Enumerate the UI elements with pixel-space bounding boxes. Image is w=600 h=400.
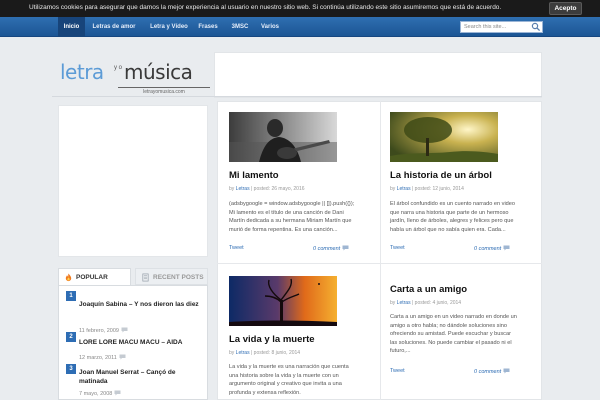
post-thumbnail[interactable] [229,276,337,326]
post-card: Mi lamento by Letras | posted: 26 mayo, … [217,101,359,263]
post-meta: by Letras | posted: 26 mayo, 2016 [229,186,305,192]
rank-badge: 1 [66,291,76,301]
post-meta: by Letras | posted: 8 junio, 2014 [229,350,300,356]
post-title[interactable]: La historia de un árbol [390,170,492,181]
post-meta: by Letras | posted: 12 junio, 2014 [390,186,464,192]
tab-recent-label: RECENT POSTS [153,274,204,281]
tweet-link[interactable]: Tweet [390,245,405,251]
meta-by: by [229,186,235,192]
post-excerpt: El árbol confundido es un cuento narrado… [390,201,516,233]
tab-recent-posts[interactable]: RECENT POSTS [135,268,208,285]
logo-text-yo: y o [114,65,123,71]
post-excerpt: La vida y la muerte es una narración que… [229,364,349,396]
post-title[interactable]: Carta a un amigo [390,284,467,295]
comments-count: 0 comment [474,246,502,252]
flame-icon [65,273,72,282]
logo-url: letrayomusica.com [118,87,210,95]
site-header: letra y o música letrayomusica.com [52,52,542,98]
nav-item-frases[interactable]: Frases [194,17,222,37]
nav-item-letra-y-video[interactable]: Letra y Vídeo [144,17,194,37]
cookie-accept-button[interactable]: Acepto [549,2,582,15]
post-meta: by Letras | posted: 4 junio, 2014 [390,300,461,306]
post-excerpt: Carta a un amigo en un video narrado en … [390,314,517,355]
tab-popular-posts[interactable]: POPULAR POSTS [58,268,131,298]
meta-by: by [390,300,396,306]
site-logo[interactable]: letra y o música letrayomusica.com [60,60,210,96]
rank-badge: 2 [66,332,76,342]
top-navigation: Inicio Letras de amor Letra y Vídeo Fras… [0,17,600,37]
header-banner-area [214,52,542,98]
comments-count: 0 comment [474,369,502,375]
nav-item-varios[interactable]: Varios [256,17,284,37]
popular-post-title[interactable]: Joan Manuel Serrat – Cançó de matinada [79,368,203,386]
cookie-text: Utilizamos cookies para asegurar que dam… [29,4,502,11]
popular-post-title[interactable]: Joaquín Sabina – Y nos dieron las diez [79,300,203,309]
post-author-link[interactable]: Letras [397,186,411,192]
comment-icon [119,354,126,360]
post-date: | posted: 26 mayo, 2016 [250,186,305,192]
comments-count: 0 comment [313,246,341,252]
post-excerpt: (adsbygoogle = window.adsbygoogle || [])… [229,201,355,233]
comment-icon [342,245,349,251]
logo-text-musica: música [124,60,193,84]
nav-item-letras-de-amor[interactable]: Letras de amor [86,17,142,37]
post-title[interactable]: Mi lamento [229,170,279,181]
cookie-bar: Utilizamos cookies para asegurar que dam… [0,0,600,17]
rank-badge: 3 [66,364,76,374]
search-icon[interactable] [531,22,541,32]
post-title[interactable]: La vida y la muerte [229,334,315,345]
sidebar-ad-area [58,105,208,257]
meta-by: by [390,186,396,192]
post-card: Carta a un amigo by Letras | posted: 4 j… [378,264,520,400]
comments-link[interactable]: 0 comment [474,245,510,252]
header-divider [52,96,542,97]
post-date: | posted: 8 junio, 2014 [250,350,301,356]
post-card: La historia de un árbol by Letras | post… [378,101,520,263]
comments-link[interactable]: 0 comment [474,368,510,375]
nav-item-inicio[interactable]: Inicio [58,17,85,37]
post-author-link[interactable]: Letras [236,186,250,192]
comment-icon [503,245,510,251]
popular-post-date: 7 mayo, 2008 [79,390,121,397]
popular-posts-list: 1 Joaquín Sabina – Y nos dieron las diez… [58,285,208,400]
nav-item-3msc[interactable]: 3MSC [226,17,254,37]
popular-post-date: 12 marzo, 2011 [79,354,126,361]
logo-text-letra: letra [60,60,104,84]
date-text: 12 marzo, 2011 [79,355,117,361]
comment-icon [114,390,121,396]
post-date: | posted: 4 junio, 2014 [411,300,462,306]
post-thumbnail[interactable] [229,112,337,162]
tweet-link[interactable]: Tweet [390,368,405,374]
comment-icon [503,368,510,374]
date-text: 7 mayo, 2008 [79,391,113,397]
tweet-link[interactable]: Tweet [229,245,244,251]
meta-by: by [229,350,235,356]
comment-icon [121,327,128,333]
popular-post-date: 11 febrero, 2009 [79,327,128,334]
popular-post-title[interactable]: LORE LORE MACU MACU – AIDA [79,338,203,347]
post-author-link[interactable]: Letras [397,300,411,306]
comments-link[interactable]: 0 comment [313,245,349,252]
document-icon [142,273,149,282]
post-card: La vida y la muerte by Letras | posted: … [217,264,359,400]
sidebar-tabs: POPULAR POSTS RECENT POSTS [58,268,208,298]
post-date: | posted: 12 junio, 2014 [411,186,464,192]
post-author-link[interactable]: Letras [236,350,250,356]
post-thumbnail[interactable] [390,112,498,162]
date-text: 11 febrero, 2009 [79,328,119,334]
